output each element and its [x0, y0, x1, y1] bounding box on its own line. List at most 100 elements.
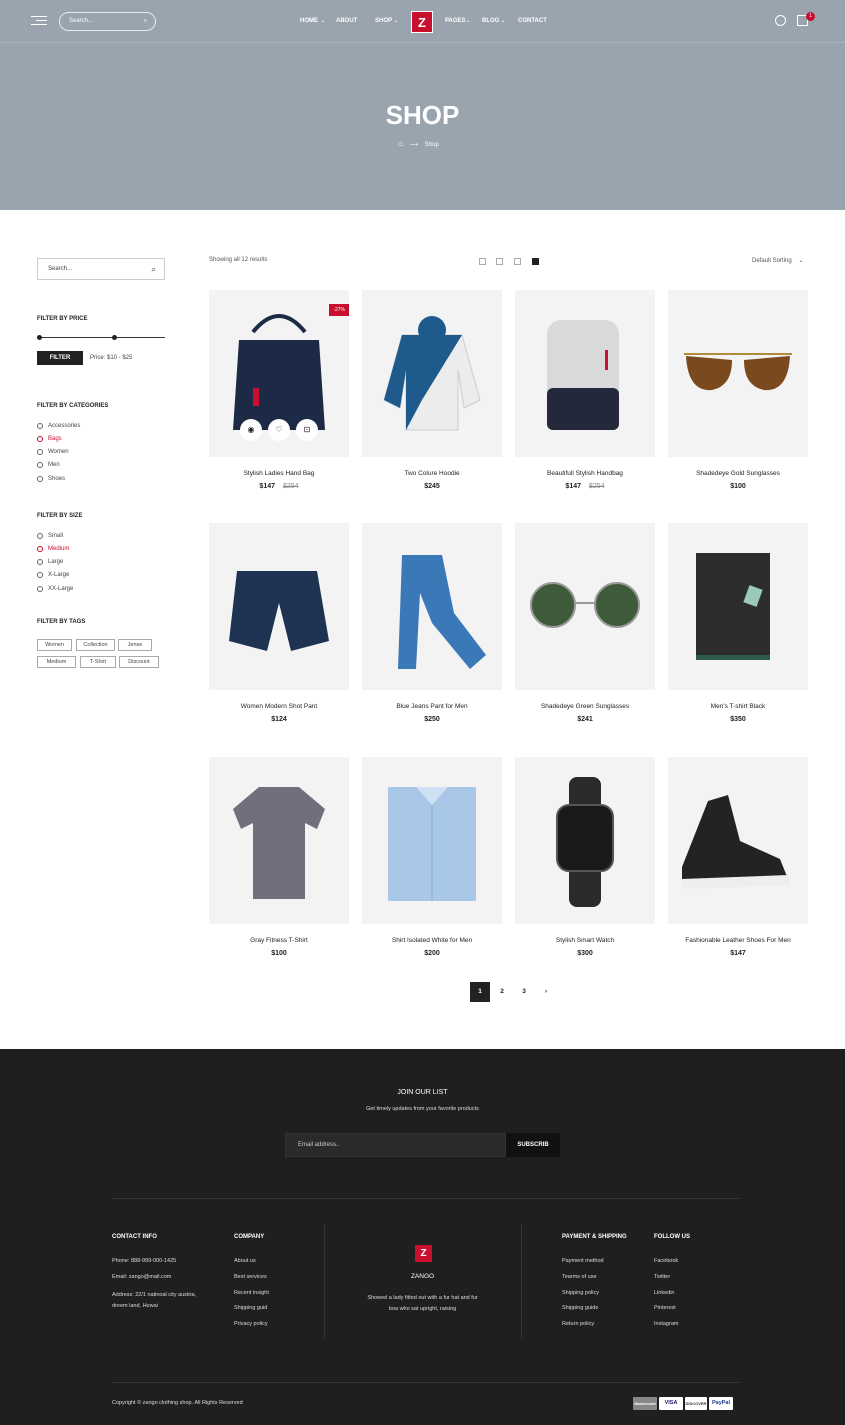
category-men[interactable]: Men: [37, 462, 60, 470]
product-card[interactable]: Men's T-shirt Black $350: [668, 523, 808, 723]
product-card[interactable]: Blue Jeans Pant for Men $250: [362, 523, 502, 723]
nav-shop[interactable]: SHOP: [375, 18, 392, 24]
product-image[interactable]: [515, 523, 655, 690]
nav-home[interactable]: HOME: [300, 18, 318, 24]
product-name[interactable]: Two Colure Hoodie: [362, 470, 502, 477]
size-large[interactable]: Large: [37, 559, 63, 567]
size-x-large[interactable]: X-Large: [37, 572, 69, 580]
footer-link[interactable]: About us: [234, 1258, 256, 1264]
footer-link[interactable]: Tearms of use: [562, 1274, 597, 1280]
add-to-cart-icon[interactable]: ⊡: [296, 419, 318, 441]
product-image[interactable]: [362, 757, 502, 924]
brand-logo[interactable]: Z: [411, 11, 433, 33]
product-name[interactable]: Shadedeye Green Sunglasses: [515, 703, 655, 710]
category-shoes[interactable]: Shoes: [37, 476, 65, 484]
product-card[interactable]: Gray Fitness T-Shirt $100: [209, 757, 349, 957]
radio-icon[interactable]: [37, 586, 43, 592]
tag-collection[interactable]: Collection: [76, 639, 115, 651]
page-3-button[interactable]: 3: [514, 982, 534, 1002]
tag-medium[interactable]: Medium: [37, 656, 76, 668]
footer-link[interactable]: Shipping guide: [562, 1305, 598, 1311]
user-account-icon[interactable]: [775, 15, 786, 26]
product-card[interactable]: Fashionable Leather Shoes For Men $147: [668, 757, 808, 957]
next-page-icon[interactable]: ›: [536, 982, 556, 1002]
radio-icon[interactable]: [37, 449, 43, 455]
size-small[interactable]: Small: [37, 533, 63, 541]
filter-button[interactable]: FILTER: [37, 351, 83, 365]
tag-discount[interactable]: Discount: [119, 656, 159, 668]
size-medium[interactable]: Medium: [37, 546, 69, 554]
product-name[interactable]: Gray Fitness T-Shirt: [209, 937, 349, 944]
hamburger-menu-icon[interactable]: [31, 16, 47, 26]
radio-icon[interactable]: [37, 546, 43, 552]
product-image[interactable]: [668, 523, 808, 690]
product-card[interactable]: Shadedeye Green Sunglasses $241: [515, 523, 655, 723]
size-xx-large[interactable]: XX-Large: [37, 586, 73, 594]
product-image[interactable]: [362, 523, 502, 690]
range-max-handle[interactable]: [112, 335, 117, 340]
product-name[interactable]: Men's T-shirt Black: [668, 703, 808, 710]
range-min-handle[interactable]: [37, 335, 42, 340]
tag-tshirt[interactable]: T-Shirt: [80, 656, 116, 668]
product-card[interactable]: Women Modern Shot Pant $124: [209, 523, 349, 723]
nav-about[interactable]: ABOUT: [336, 18, 357, 24]
radio-icon[interactable]: [37, 476, 43, 482]
radio-icon[interactable]: [37, 436, 43, 442]
product-image[interactable]: -27% ◉ ♡ ⊡: [209, 290, 349, 457]
tag-women[interactable]: Women: [37, 639, 72, 651]
home-icon[interactable]: ⌂: [398, 139, 403, 148]
nav-blog[interactable]: BLOG: [482, 18, 499, 24]
product-image[interactable]: [668, 757, 808, 924]
product-card[interactable]: -27% ◉ ♡ ⊡ Stylish Ladies Hand Bag $147 $…: [209, 290, 349, 490]
header-search-input[interactable]: Search... ⌕: [59, 12, 156, 31]
radio-icon[interactable]: [37, 423, 43, 429]
page-2-button[interactable]: 2: [492, 982, 512, 1002]
sort-select[interactable]: Default Sorting ⌄: [752, 257, 803, 264]
product-name[interactable]: Shirt Isolated White for Men: [362, 937, 502, 944]
footer-link[interactable]: Return policy: [562, 1321, 594, 1327]
sidebar-search-input[interactable]: Search... ⌕: [37, 258, 165, 280]
product-image[interactable]: [209, 523, 349, 690]
product-name[interactable]: Fashionable Leather Shoes For Men: [668, 937, 808, 944]
footer-link[interactable]: Privacy policy: [234, 1321, 268, 1327]
product-card[interactable]: Beautifull Stylish Handbag $147 $254: [515, 290, 655, 490]
product-name[interactable]: Stylish Ladies Hand Bag: [209, 470, 349, 477]
footer-logo[interactable]: Z: [415, 1245, 432, 1262]
product-card[interactable]: Two Colure Hoodie $245: [362, 290, 502, 490]
social-link-pinterest[interactable]: Pinterest: [654, 1305, 676, 1311]
search-icon[interactable]: ⌕: [152, 265, 156, 275]
subscribe-button[interactable]: SUBSCRIB: [506, 1133, 560, 1157]
social-link-facebook[interactable]: Facebook: [654, 1258, 678, 1264]
product-name[interactable]: Stylish Smart Watch: [515, 937, 655, 944]
tag-jense[interactable]: Jense: [118, 639, 152, 651]
product-name[interactable]: Beautifull Stylish Handbag: [515, 470, 655, 477]
radio-icon[interactable]: [37, 559, 43, 565]
category-accessories[interactable]: Accessories: [37, 423, 80, 431]
product-image[interactable]: [209, 757, 349, 924]
footer-link[interactable]: Shipping policy: [562, 1290, 599, 1296]
nav-contact[interactable]: CONTACT: [518, 18, 547, 24]
quick-view-icon[interactable]: ◉: [240, 419, 262, 441]
product-image[interactable]: [515, 757, 655, 924]
newsletter-email-input[interactable]: Email address..: [285, 1133, 506, 1157]
product-card[interactable]: Stylish Smart Watch $300: [515, 757, 655, 957]
category-bags[interactable]: Bags: [37, 436, 62, 444]
price-range-slider[interactable]: [37, 335, 165, 340]
product-card[interactable]: Shadedeye Gold Sunglasses $100: [668, 290, 808, 490]
grid-4-view-icon[interactable]: [532, 258, 539, 265]
grid-2-view-icon[interactable]: [496, 258, 503, 265]
radio-icon[interactable]: [37, 572, 43, 578]
social-link-linkedin[interactable]: Linkedin: [654, 1290, 675, 1296]
grid-3-view-icon[interactable]: [514, 258, 521, 265]
product-image[interactable]: [515, 290, 655, 457]
page-1-button[interactable]: 1: [470, 982, 490, 1002]
list-view-icon[interactable]: [479, 258, 486, 265]
footer-link[interactable]: Payment method: [562, 1258, 604, 1264]
product-image[interactable]: [362, 290, 502, 457]
product-name[interactable]: Women Modern Shot Pant: [209, 703, 349, 710]
category-women[interactable]: Women: [37, 449, 69, 457]
social-link-instagram[interactable]: Instagram: [654, 1321, 678, 1327]
product-name[interactable]: Shadedeye Gold Sunglasses: [668, 470, 808, 477]
product-name[interactable]: Blue Jeans Pant for Men: [362, 703, 502, 710]
social-link-twitter[interactable]: Twitter: [654, 1274, 670, 1280]
